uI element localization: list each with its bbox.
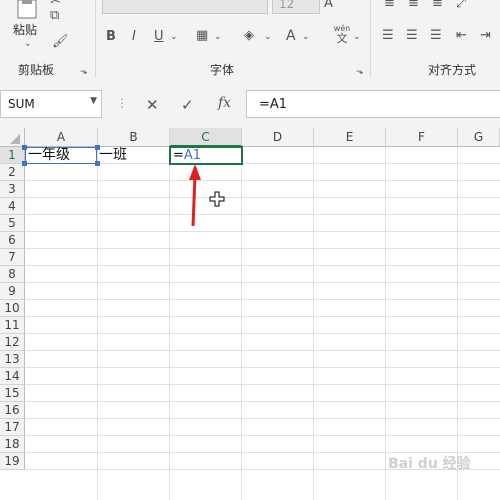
- underline-button[interactable]: U: [154, 29, 164, 45]
- formula-text: =A1: [259, 97, 288, 112]
- chevron-down-icon[interactable]: ▼: [90, 96, 97, 106]
- reference-handle[interactable]: [22, 145, 27, 150]
- cell-c1-equals: =: [173, 148, 184, 163]
- ribbon: 粘贴 ⌄ ⧉ 🖌 ✂ 剪贴板 ⬎ 12 A B I U ⌄ ▦ ⌄ ◈ ⌄ A …: [0, 0, 500, 83]
- gridline: [457, 147, 458, 500]
- gridline: [313, 147, 314, 500]
- enter-button[interactable]: ✓: [181, 96, 194, 114]
- row-header[interactable]: 11: [0, 317, 25, 334]
- row-header[interactable]: 10: [0, 300, 25, 317]
- row-header[interactable]: 3: [0, 181, 25, 198]
- align-right-icon[interactable]: ☰: [430, 28, 442, 44]
- column-header-d[interactable]: D: [242, 128, 314, 147]
- reference-handle[interactable]: [22, 161, 27, 166]
- row-header[interactable]: 18: [0, 436, 25, 453]
- row-header[interactable]: 4: [0, 198, 25, 215]
- divider: [95, 0, 96, 78]
- cancel-button[interactable]: ✕: [146, 96, 159, 114]
- row-header[interactable]: 13: [0, 351, 25, 368]
- increase-font-icon[interactable]: A: [324, 0, 333, 12]
- cut-icon[interactable]: ✂: [50, 0, 61, 10]
- column-header-b[interactable]: B: [98, 128, 170, 147]
- cell-a1[interactable]: 一年级: [28, 147, 70, 164]
- chevron-down-icon[interactable]: ⌄: [264, 29, 272, 45]
- chevron-down-icon[interactable]: ⌄: [214, 29, 222, 45]
- row-header[interactable]: 12: [0, 334, 25, 351]
- gridline: [241, 147, 242, 500]
- fill-color-icon[interactable]: ◈: [244, 28, 254, 44]
- paste-icon[interactable]: [14, 0, 40, 20]
- divider: [370, 0, 371, 78]
- bold-button[interactable]: B: [106, 29, 116, 45]
- row-header[interactable]: 8: [0, 266, 25, 283]
- borders-icon[interactable]: ▦: [196, 28, 208, 44]
- orientation-icon[interactable]: ⤢: [456, 0, 466, 12]
- font-size-dropdown[interactable]: 12: [272, 0, 320, 14]
- worksheet-grid[interactable]: A B C D E F G 1 2 3 4 5 6 7 8 9 10 11 12…: [0, 128, 500, 500]
- top-align-icon[interactable]: ≡: [384, 0, 395, 12]
- column-header-c[interactable]: C: [170, 128, 242, 147]
- chevron-down-icon[interactable]: ⌄: [302, 29, 310, 45]
- column-header-e[interactable]: E: [314, 128, 386, 147]
- increase-indent-icon[interactable]: ⇥: [480, 28, 491, 44]
- row-header[interactable]: 16: [0, 402, 25, 419]
- formula-input[interactable]: =A1: [246, 90, 500, 118]
- row-header[interactable]: 14: [0, 368, 25, 385]
- decrease-indent-icon[interactable]: ⇤: [456, 28, 467, 44]
- font-group-label: 字体: [210, 63, 235, 77]
- column-header-f[interactable]: F: [386, 128, 458, 147]
- column-header-g[interactable]: G: [458, 128, 500, 147]
- row-header[interactable]: 2: [0, 164, 25, 181]
- row-header[interactable]: 7: [0, 249, 25, 266]
- row-header[interactable]: 17: [0, 419, 25, 436]
- phonetic-bottom-label: 文: [336, 32, 348, 45]
- font-color-icon[interactable]: A: [286, 28, 296, 44]
- annotation-arrow: [189, 164, 201, 227]
- name-box[interactable]: SUM ▼: [0, 90, 102, 118]
- row-header[interactable]: 15: [0, 385, 25, 402]
- bottom-align-icon[interactable]: ≡: [432, 0, 443, 12]
- row-header[interactable]: 19: [0, 453, 25, 470]
- more-options-icon[interactable]: ⋮: [116, 96, 128, 110]
- cell-c1-reference: A1: [183, 148, 202, 163]
- column-header-a[interactable]: A: [25, 128, 98, 147]
- name-box-value: SUM: [8, 97, 35, 111]
- chevron-down-icon[interactable]: ⌄: [170, 29, 178, 45]
- copy-icon[interactable]: ⧉: [50, 8, 59, 24]
- align-left-icon[interactable]: ☰: [382, 28, 394, 44]
- watermark: Bai du 经验: [388, 456, 471, 472]
- chevron-down-icon[interactable]: ⌄: [353, 29, 361, 45]
- row-header[interactable]: 9: [0, 283, 25, 300]
- phonetic-guide-button[interactable]: wén 文: [331, 24, 353, 45]
- cell-b1[interactable]: 一班: [99, 147, 127, 164]
- dialog-launcher-icon[interactable]: ⬎: [356, 64, 364, 80]
- dialog-launcher-icon[interactable]: ⬎: [80, 64, 88, 80]
- gridline: [385, 147, 386, 500]
- middle-align-icon[interactable]: ≡: [408, 0, 419, 12]
- row-header[interactable]: 6: [0, 232, 25, 249]
- italic-button[interactable]: I: [132, 29, 136, 45]
- cell-cursor-icon: [209, 191, 225, 207]
- gridline: [169, 147, 170, 500]
- format-painter-icon[interactable]: 🖌: [52, 34, 69, 50]
- insert-function-button[interactable]: fx: [218, 95, 231, 111]
- alignment-group-label: 对齐方式: [428, 63, 477, 77]
- row-header[interactable]: 5: [0, 215, 25, 232]
- font-size-value: 12: [279, 0, 295, 11]
- clipboard-group-label: 剪贴板: [18, 63, 55, 77]
- gridline: [97, 147, 98, 500]
- align-center-icon[interactable]: ☰: [406, 28, 418, 44]
- font-name-dropdown[interactable]: [102, 0, 268, 14]
- chevron-down-icon[interactable]: ⌄: [24, 36, 32, 52]
